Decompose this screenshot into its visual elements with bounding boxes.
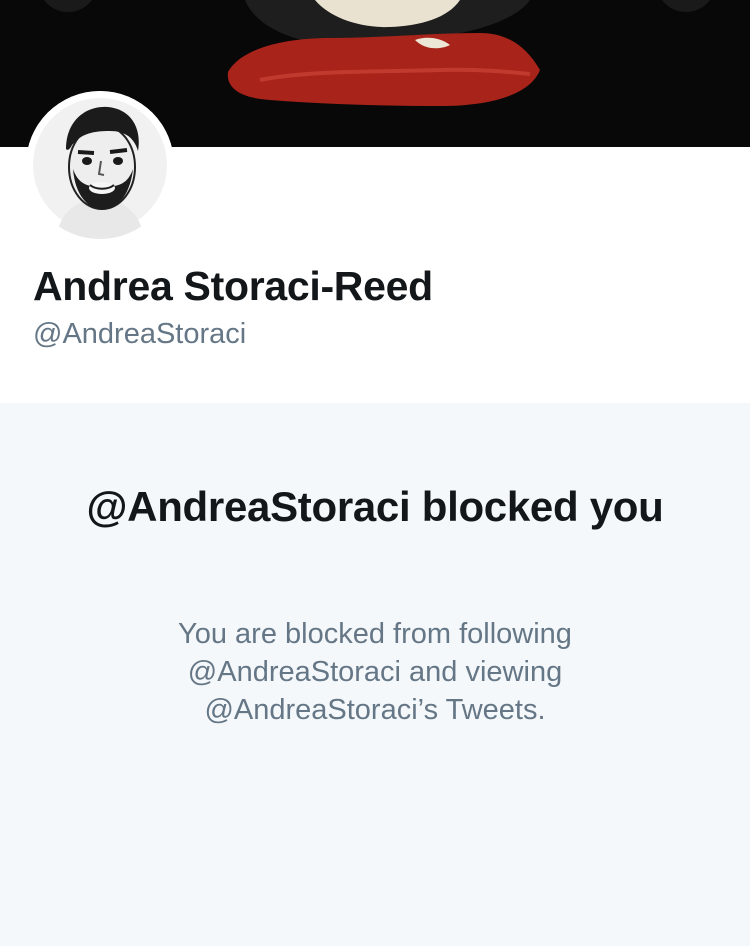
profile-screen: Andrea Storaci-Reed @AndreaStoraci @Andr…	[0, 0, 750, 946]
profile-handle: @AndreaStoraci	[33, 318, 247, 350]
back-button-shadow	[38, 0, 98, 12]
blocked-message: You are blocked from following @AndreaSt…	[178, 618, 572, 726]
lips-graphic	[227, 0, 540, 106]
blocked-title: @AndreaStoraci blocked you	[86, 483, 664, 530]
more-button-shadow	[656, 0, 716, 12]
profile-display-name: Andrea Storaci-Reed	[33, 263, 433, 309]
profile-avatar-image[interactable]	[26, 91, 174, 239]
